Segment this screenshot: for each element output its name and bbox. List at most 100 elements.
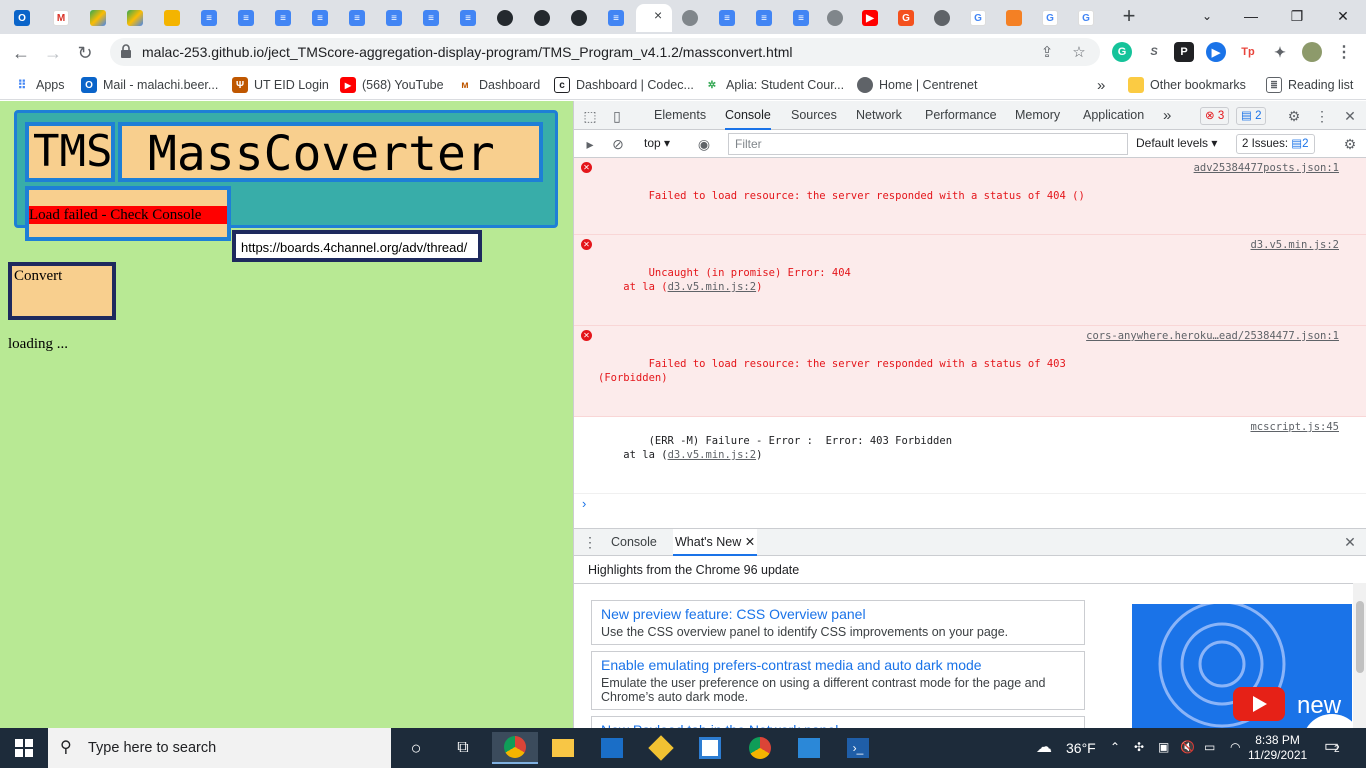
message-source-link[interactable]: cors-anywhere.heroku…ead/25384477.json:1 bbox=[1086, 329, 1339, 343]
stack-link[interactable]: d3.v5.min.js:2 bbox=[668, 281, 757, 293]
tab-elements[interactable]: Elements bbox=[654, 101, 706, 130]
tab-stack[interactable] bbox=[997, 4, 1031, 32]
message-source-link[interactable]: d3.v5.min.js:2 bbox=[1250, 238, 1339, 252]
live-expression-eye-icon[interactable]: ◉ bbox=[695, 135, 713, 153]
tab-doc-7[interactable]: ≡ bbox=[414, 4, 448, 32]
menu-kebab-icon[interactable]: ⋮ bbox=[1334, 42, 1354, 62]
tp-ext-icon[interactable]: Tp bbox=[1238, 42, 1258, 62]
meet-now-icon[interactable]: ▣ bbox=[1158, 740, 1169, 754]
whatsnew-video-thumbnail[interactable]: new bbox=[1132, 604, 1352, 729]
taskbar-media[interactable] bbox=[589, 732, 635, 764]
drawer-menu-icon[interactable]: ⋮ bbox=[581, 533, 599, 551]
tab-github-1[interactable] bbox=[488, 4, 522, 32]
tab-doc-6[interactable]: ≡ bbox=[377, 4, 411, 32]
system-clock[interactable]: 8:38 PM 11/29/2021 bbox=[1248, 733, 1307, 763]
tab-search-icon[interactable]: ⌄ bbox=[1184, 0, 1230, 32]
bookmark-other[interactable]: Other bookmarks bbox=[1128, 76, 1246, 94]
context-selector[interactable]: top ▾ bbox=[644, 136, 670, 150]
cortana-icon[interactable]: ○ bbox=[393, 732, 439, 764]
taskbar-git[interactable] bbox=[638, 732, 684, 764]
tab-gmail[interactable]: M bbox=[44, 4, 78, 32]
tab-globe-1[interactable] bbox=[673, 4, 707, 32]
tab-drive-2[interactable] bbox=[118, 4, 152, 32]
taskbar-explorer[interactable] bbox=[540, 732, 586, 764]
issues-button[interactable]: 2 Issues: ▤2 bbox=[1236, 134, 1315, 154]
more-tabs-icon[interactable]: » bbox=[1163, 101, 1171, 130]
grammarly-ext-icon[interactable]: G bbox=[1112, 42, 1132, 62]
taskbar-powershell[interactable]: ›_ bbox=[835, 732, 881, 764]
taskbar-app-box[interactable] bbox=[687, 732, 733, 764]
close-drawer-icon[interactable]: ✕ bbox=[1341, 533, 1359, 551]
bookmark-star-icon[interactable]: ☆ bbox=[1070, 43, 1088, 61]
tab-doc-5[interactable]: ≡ bbox=[340, 4, 374, 32]
settings-gear-icon[interactable]: ⚙ bbox=[1285, 107, 1303, 125]
s-ext-icon[interactable]: S bbox=[1144, 42, 1164, 62]
bookmark-codecademy[interactable]: c Dashboard | Codec... bbox=[554, 76, 694, 94]
bookmark-uteid[interactable]: Ψ UT EID Login bbox=[232, 76, 329, 94]
new-tab-button[interactable]: + bbox=[1119, 4, 1139, 28]
reload-icon[interactable]: ↻ bbox=[72, 40, 98, 66]
tab-drive-1[interactable] bbox=[81, 4, 115, 32]
bookmarks-overflow[interactable]: » bbox=[1097, 76, 1105, 94]
bookmark-youtube[interactable]: ▶ (568) YouTube bbox=[340, 76, 444, 94]
profile-avatar[interactable] bbox=[1302, 42, 1322, 62]
tab-github-3[interactable] bbox=[562, 4, 596, 32]
play-ext-icon[interactable]: ▶ bbox=[1206, 42, 1226, 62]
console-error[interactable]: ✕ Uncaught (in promise) Error: 404 at la… bbox=[574, 235, 1366, 326]
tab-network[interactable]: Network bbox=[856, 101, 902, 130]
close-devtools-icon[interactable]: ✕ bbox=[1341, 107, 1359, 125]
tab-google-2[interactable]: G bbox=[1033, 4, 1067, 32]
scrollbar-thumb[interactable] bbox=[1356, 601, 1364, 673]
tab-github-2[interactable] bbox=[525, 4, 559, 32]
tab-doc-3[interactable]: ≡ bbox=[266, 4, 300, 32]
card-title[interactable]: Enable emulating prefers-contrast media … bbox=[601, 656, 1075, 674]
tab-doc-2[interactable]: ≡ bbox=[229, 4, 263, 32]
start-button[interactable] bbox=[0, 728, 48, 768]
p-ext-icon[interactable]: P bbox=[1174, 42, 1194, 62]
tab-doc-11[interactable]: ≡ bbox=[747, 4, 781, 32]
share-icon[interactable]: ⇪ bbox=[1038, 43, 1056, 61]
console-settings-icon[interactable]: ⚙ bbox=[1341, 135, 1359, 153]
message-source-link[interactable]: mcscript.js:45 bbox=[1250, 420, 1339, 434]
tab-doc-9[interactable]: ≡ bbox=[599, 4, 633, 32]
tab-doc-10[interactable]: ≡ bbox=[710, 4, 744, 32]
volume-muted-icon[interactable]: 🔇 bbox=[1180, 740, 1195, 754]
task-view-icon[interactable]: ⧉ bbox=[440, 732, 486, 764]
battery-icon[interactable]: ▭ bbox=[1204, 740, 1215, 754]
tab-globe-2[interactable] bbox=[818, 4, 852, 32]
bookmark-apps[interactable]: ⠿ Apps bbox=[14, 76, 65, 94]
console-filter-input[interactable]: Filter bbox=[728, 133, 1128, 155]
minimize-button[interactable]: — bbox=[1228, 0, 1274, 32]
tab-youtube[interactable]: ▶ bbox=[853, 4, 887, 32]
tab-memory[interactable]: Memory bbox=[1015, 101, 1060, 130]
convert-button[interactable]: Convert bbox=[8, 262, 116, 320]
tab-google-1[interactable]: G bbox=[961, 4, 995, 32]
show-hidden-icons[interactable]: ⌃ bbox=[1110, 740, 1120, 754]
tab-doc-12[interactable]: ≡ bbox=[784, 4, 818, 32]
forward-icon[interactable]: → bbox=[40, 40, 66, 66]
thread-url-input[interactable]: https://boards.4channel.org/adv/thread/ bbox=[232, 230, 482, 262]
device-toolbar-icon[interactable]: ▯ bbox=[608, 107, 626, 125]
tab-sources[interactable]: Sources bbox=[791, 101, 837, 130]
tab-grammarly-red[interactable]: G bbox=[889, 4, 923, 32]
back-icon[interactable]: ← bbox=[8, 40, 34, 66]
card-title[interactable]: New preview feature: CSS Overview panel bbox=[601, 605, 1075, 623]
address-bar[interactable]: malac-253.github.io/ject_TMScore-aggrega… bbox=[110, 38, 1100, 66]
error-count-badge[interactable]: ⊗ 3 bbox=[1200, 107, 1230, 125]
tab-slides[interactable] bbox=[155, 4, 189, 32]
bookmark-centrenet[interactable]: Home | Centrenet bbox=[857, 76, 977, 94]
drawer-tab-whatsnew[interactable]: What's New ✕ bbox=[673, 529, 758, 556]
tab-doc-1[interactable]: ≡ bbox=[192, 4, 226, 32]
stack-link[interactable]: d3.v5.min.js:2 bbox=[668, 449, 757, 461]
tab-outlook[interactable]: O bbox=[5, 4, 39, 32]
whatsnew-card[interactable]: New preview feature: CSS Overview panel … bbox=[591, 600, 1085, 645]
taskbar-photos[interactable] bbox=[786, 732, 832, 764]
tab-close-icon[interactable]: × bbox=[654, 7, 662, 23]
whatsnew-card[interactable]: Enable emulating prefers-contrast media … bbox=[591, 651, 1085, 710]
network-activity-icon[interactable]: ✣ bbox=[1134, 740, 1144, 754]
restore-button[interactable]: ❐ bbox=[1274, 0, 1320, 32]
sidebar-toggle-icon[interactable]: ▸ bbox=[581, 135, 599, 153]
notification-center[interactable]: ▭ 2 bbox=[1324, 736, 1346, 758]
drawer-scrollbar[interactable] bbox=[1353, 583, 1366, 729]
temperature[interactable]: 36°F bbox=[1066, 740, 1096, 756]
